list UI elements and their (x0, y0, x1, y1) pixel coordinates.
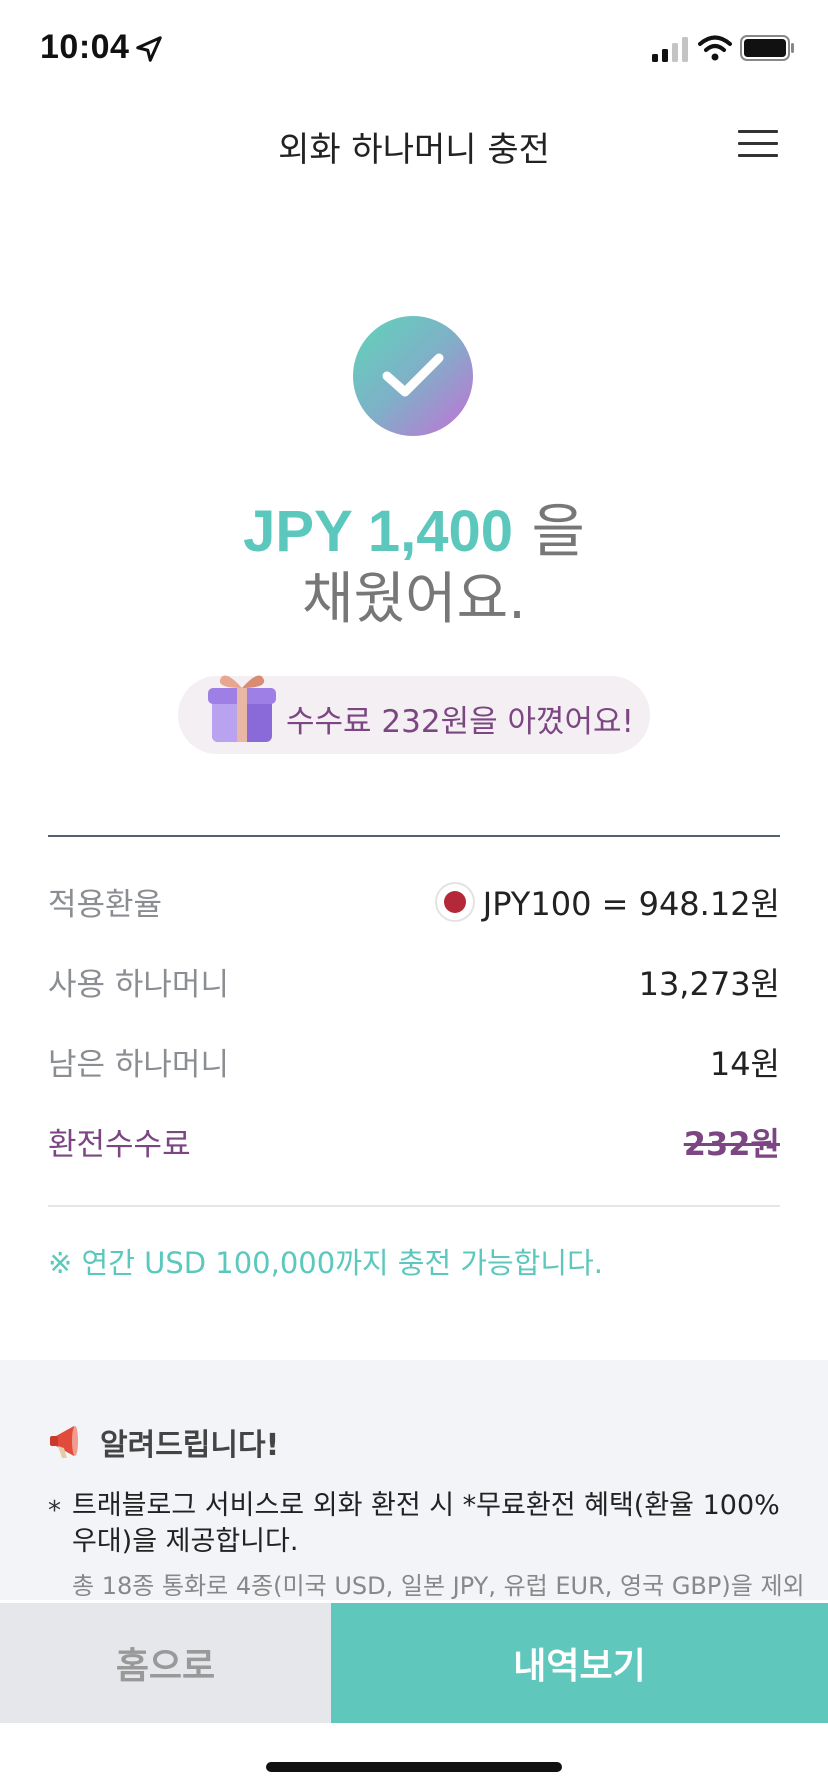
charged-amount: JPY 1,400 (243, 499, 514, 564)
savings-badge: 수수료 232원을 아꼈어요! (178, 675, 650, 754)
rate-value-group: JPY100 = 948.12원 (434, 879, 780, 925)
location-arrow-icon (136, 36, 162, 62)
fee-label: 환전수수료 (48, 1127, 191, 1163)
megaphone-icon (50, 1426, 78, 1458)
header: 외화 하나머니 충전 (0, 100, 828, 190)
result-amount-line: JPY 1,400 을 (0, 496, 828, 567)
status-bar: 10:04 (0, 0, 828, 100)
home-button-label: 홈으로 (115, 1645, 216, 1686)
home-indicator (266, 1762, 562, 1772)
gift-icon (208, 675, 276, 742)
status-time: 10:04 (40, 28, 130, 66)
signal-icon (652, 37, 688, 62)
remaining-row: 남은 하나머니 14원 (48, 1033, 780, 1083)
home-button[interactable]: 홈으로 (0, 1603, 331, 1723)
wifi-icon (698, 35, 732, 61)
page-title: 외화 하나머니 충전 (278, 130, 550, 170)
rate-value: JPY100 = 948.12원 (482, 885, 780, 923)
fee-row: 환전수수료 232원 (48, 1113, 780, 1163)
notice-bullet: * (48, 1496, 61, 1526)
notice-text: 트래블로그 서비스로 외화 환전 시 *무료환전 혜택(환율 100% 우대)을… (72, 1490, 780, 1557)
divider (48, 835, 780, 837)
result-message: 채웠어요. (302, 567, 526, 632)
used-row: 사용 하나머니 13,273원 (48, 953, 780, 1003)
rate-label: 적용환율 (48, 887, 163, 923)
used-label: 사용 하나머니 (48, 967, 229, 1003)
check-circle-icon (353, 316, 473, 436)
result-suffix: 을 (513, 497, 585, 565)
hamburger-menu-icon[interactable] (736, 126, 782, 162)
limit-note: ※ 연간 USD 100,000까지 충전 가능합니다. (48, 1246, 603, 1280)
notice-section: 알려드립니다! * 트래블로그 서비스로 외화 환전 시 *무료환전 혜택(환율… (0, 1360, 828, 1600)
battery-icon (740, 35, 794, 61)
notice-header: 알려드립니다! (48, 1420, 279, 1464)
notice-subtext: 총 18종 통화로 4종(미국 USD, 일본 JPY, 유럽 EUR, 영국 … (72, 1572, 805, 1600)
used-value: 13,273원 (638, 965, 780, 1003)
view-history-button[interactable]: 내역보기 (331, 1603, 828, 1723)
remaining-value: 14원 (709, 1045, 780, 1083)
divider (48, 1205, 780, 1207)
rate-row: 적용환율 JPY100 = 948.12원 (48, 873, 780, 923)
notice-title: 알려드립니다! (100, 1428, 280, 1463)
remaining-label: 남은 하나머니 (48, 1047, 229, 1083)
fee-value: 232원 (683, 1125, 780, 1163)
history-button-label: 내역보기 (513, 1645, 646, 1686)
japan-flag-icon (434, 882, 475, 922)
savings-text: 수수료 232원을 아꼈어요! (286, 704, 634, 740)
